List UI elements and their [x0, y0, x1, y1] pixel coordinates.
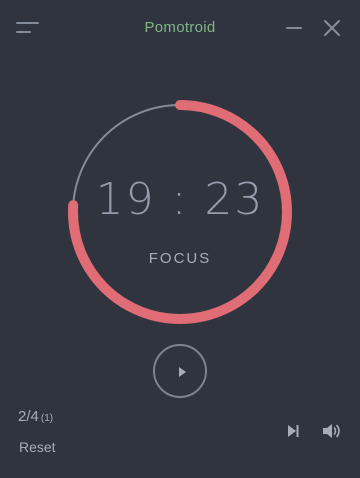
- skip-icon: [288, 425, 299, 437]
- timer-display: 19 : 23: [95, 174, 265, 225]
- volume-button[interactable]: [321, 421, 343, 441]
- round-info: 2/4 (1) Reset: [18, 408, 56, 455]
- pomotroid-window: Pomotroid 19 : 23 FOCUS 2/4 (1) Reset: [0, 0, 360, 478]
- minimize-button[interactable]: [284, 18, 304, 38]
- close-button[interactable]: [322, 18, 342, 38]
- title-bar: Pomotroid: [0, 0, 360, 56]
- volume-icon: [323, 424, 340, 438]
- app-title: Pomotroid: [144, 19, 216, 36]
- play-icon: [179, 367, 186, 377]
- reset-button[interactable]: Reset: [19, 439, 56, 455]
- play-button[interactable]: [153, 344, 207, 398]
- round-type-label: FOCUS: [148, 250, 212, 267]
- round-counter: 2/4: [18, 408, 39, 425]
- skip-button[interactable]: [283, 422, 303, 440]
- total-rounds: (1): [40, 413, 54, 424]
- close-icon: [324, 20, 340, 36]
- minimize-icon: [286, 27, 302, 29]
